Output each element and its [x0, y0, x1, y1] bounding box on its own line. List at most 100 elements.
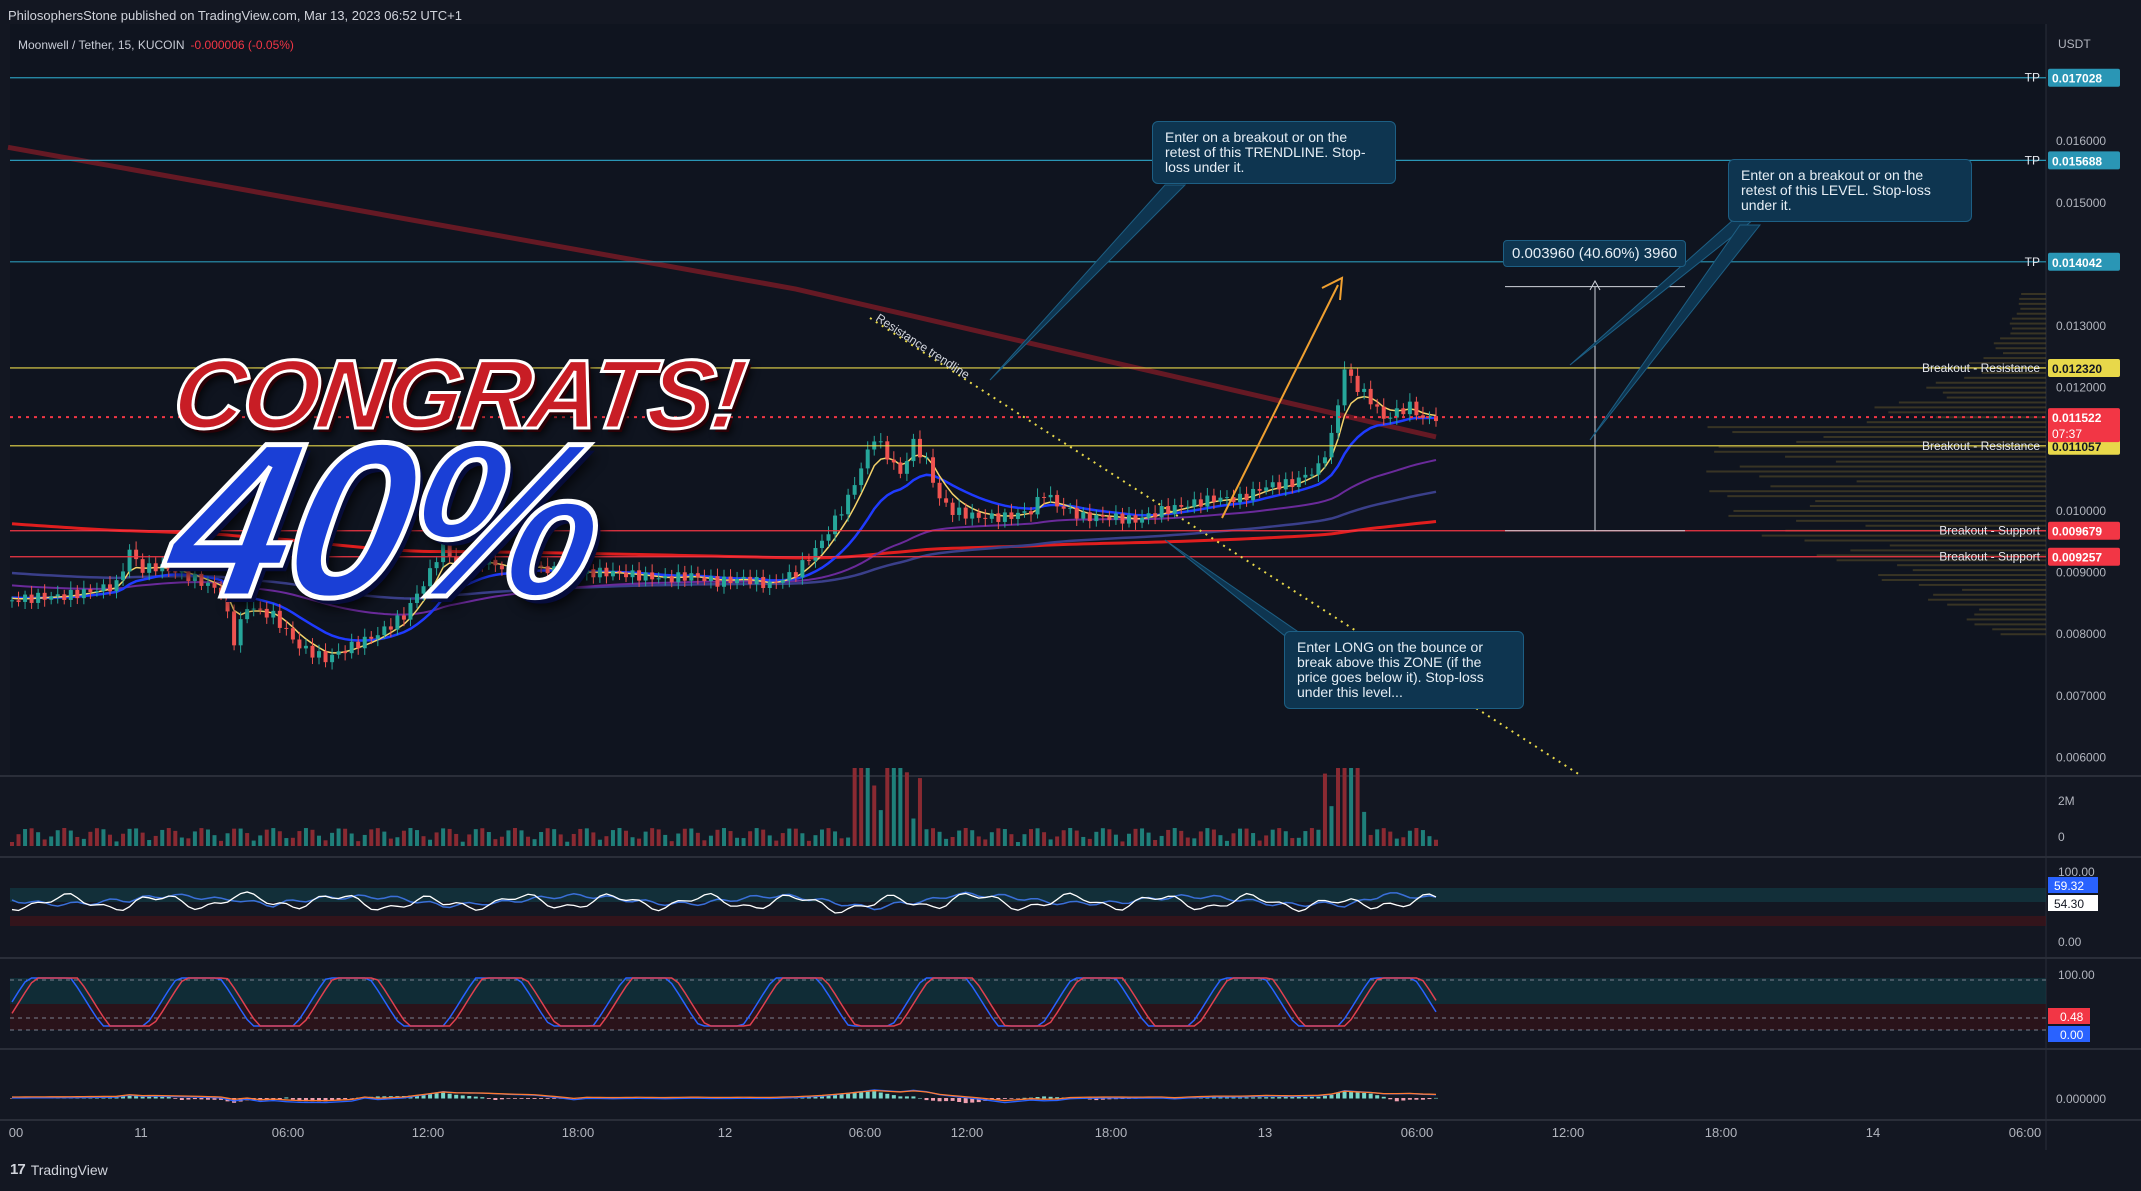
volume-bar [1120, 841, 1125, 846]
volume-bar [1434, 839, 1438, 846]
candle-body [1166, 506, 1171, 514]
macd-hist-bar [1244, 1097, 1249, 1099]
candle-body [944, 498, 949, 503]
volume-profile-bar [1983, 357, 2046, 360]
candle-body [1303, 474, 1308, 478]
publish-info: PhilosophersStone published on TradingVi… [8, 8, 462, 23]
volume-bar [1002, 829, 1007, 846]
candle-body [343, 651, 348, 654]
candle-body [852, 485, 857, 495]
volume-bar [676, 833, 681, 846]
stoch-upper-band [10, 978, 2046, 1004]
volume-bar [284, 838, 289, 846]
candle-body [1381, 406, 1386, 419]
volume-bar [1257, 840, 1262, 846]
volume-bar [75, 836, 80, 846]
volume-bar [963, 828, 968, 846]
volume-profile-bar [1739, 465, 2046, 468]
volume-profile-bar [2002, 352, 2046, 355]
candle-body [1349, 369, 1354, 376]
candle-body [153, 563, 158, 572]
volume-bar [395, 837, 400, 846]
candle-body [1074, 507, 1079, 519]
volume-bar [1094, 831, 1099, 846]
volume-bar [1166, 829, 1171, 846]
volume-bar [735, 837, 740, 846]
candle-body [310, 645, 315, 658]
volume-bar [643, 831, 648, 846]
volume-bar [199, 828, 204, 846]
rsi-value-label: 59.32 [2054, 879, 2084, 893]
candle-body [75, 589, 80, 599]
macd-hist-bar [192, 1098, 197, 1100]
candle-body [1042, 496, 1047, 498]
volume-bar [924, 829, 929, 846]
volume-bar [1081, 836, 1086, 846]
volume-profile-bar [1759, 475, 2046, 478]
candle-body [1420, 415, 1425, 418]
volume-bar [330, 832, 335, 846]
volume-bar [852, 768, 857, 846]
callout-trendline[interactable]: Enter on a breakout or on the retest of … [1152, 121, 1396, 184]
candle-body [1087, 512, 1092, 522]
volume-profile-bar [1874, 406, 2046, 409]
macd-hist-bar [1015, 1098, 1020, 1099]
candle-body [597, 567, 602, 578]
macd-hist-bar [493, 1098, 498, 1100]
volume-profile-bar [1881, 578, 2046, 581]
volume-bar [512, 828, 517, 846]
volume-bar [1146, 832, 1151, 846]
macd-hist-bar [480, 1097, 485, 1099]
callout-level[interactable]: Enter on a breakout or on the retest of … [1728, 159, 1972, 222]
volume-profile-bar [1928, 598, 2046, 601]
chart-stage: USDT 0.016000 0.015000 0.013000 0.012000 0.01… [0, 0, 2141, 1186]
volume-bar [865, 768, 870, 846]
volume-bar [624, 830, 629, 846]
candle-body [715, 576, 720, 587]
volume-bar [650, 828, 655, 846]
macd-hist-bar [1414, 1098, 1419, 1100]
candle-body [303, 645, 308, 649]
volume-bar [277, 831, 282, 846]
macd-hist-bar [349, 1098, 354, 1099]
measure-label[interactable]: 0.003960 (40.60%) 3960 [1503, 240, 1687, 267]
candle-body [1015, 512, 1020, 519]
candle-body [630, 570, 635, 578]
candle-body [49, 596, 54, 600]
tradingview-brand[interactable]: 17 TradingView [10, 1161, 108, 1178]
volume-bar [591, 832, 596, 846]
volume-bar [88, 831, 93, 846]
candle-body [336, 651, 341, 655]
volume-bar [656, 829, 661, 846]
volume-bar [317, 835, 322, 846]
volume-profile-bar [1732, 431, 2046, 434]
macd-hist-bar [924, 1098, 929, 1101]
candle-body [676, 572, 681, 583]
volume-bar [493, 839, 498, 846]
candle-body [1205, 495, 1210, 507]
volume-bar [219, 840, 224, 846]
macd-hist-bar [179, 1098, 184, 1100]
volume-bar [839, 838, 844, 846]
volume-bar [147, 840, 152, 846]
volume-bar [558, 834, 563, 846]
rsi-tick-label: 0.00 [2058, 935, 2082, 949]
volume-bar [1140, 828, 1145, 846]
candle-body [904, 461, 909, 474]
candle-body [917, 438, 922, 458]
candle-body [754, 576, 759, 585]
callout-zone[interactable]: Enter LONG on the bounce or break above … [1284, 631, 1524, 709]
macd-hist-bar [526, 1098, 531, 1099]
macd-hist-bar [166, 1097, 171, 1099]
candle-body [1035, 496, 1040, 515]
volume-bar [414, 830, 419, 846]
volume-bar [1342, 768, 1347, 846]
candle-body [604, 567, 609, 577]
candle-body [1257, 488, 1262, 491]
candle-body [643, 572, 648, 581]
volume-profile-bar [1815, 500, 2046, 503]
candle-body [1094, 515, 1099, 522]
macd-hist-bar [1362, 1092, 1367, 1099]
volume-bar [401, 830, 406, 846]
symbol-legend[interactable]: Moonwell / Tether, 15, KUCOIN -0.000006 (… [18, 38, 294, 52]
